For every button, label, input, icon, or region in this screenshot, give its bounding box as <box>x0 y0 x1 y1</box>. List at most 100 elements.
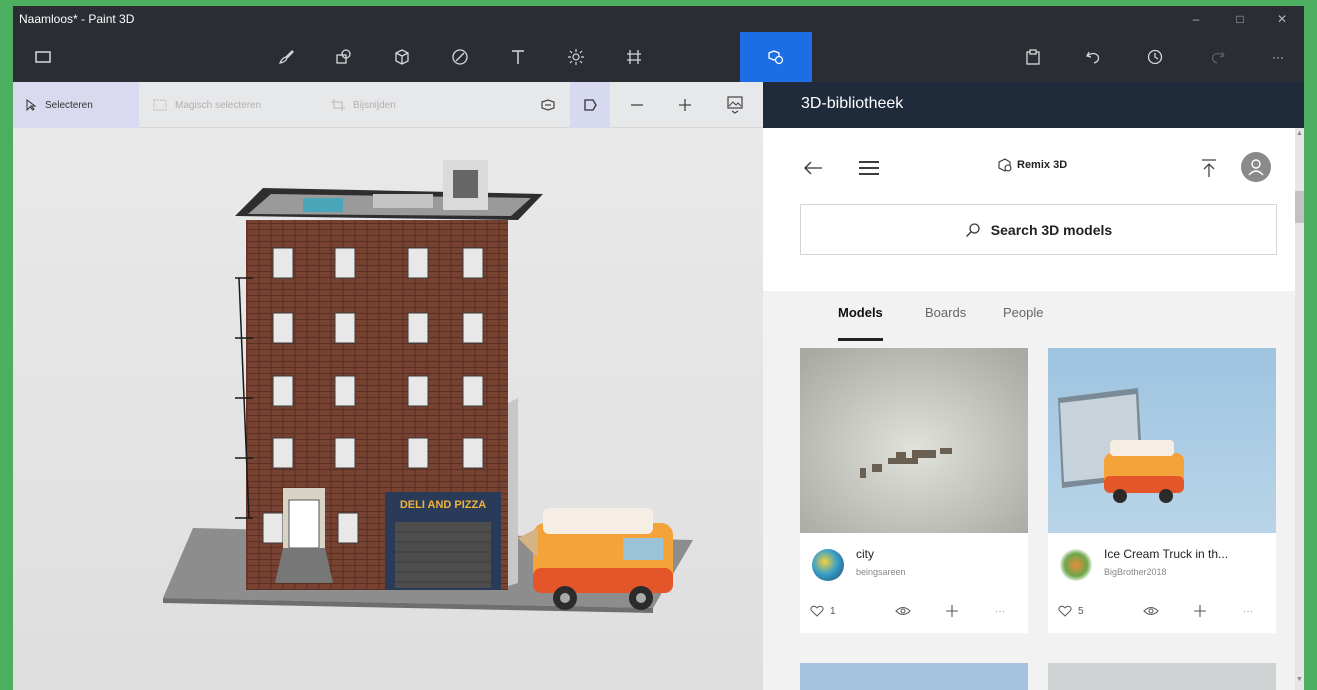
model-card[interactable]: Ice Cream Truck in th... BigBrother2018 … <box>1048 348 1276 633</box>
effects-icon <box>568 49 584 65</box>
menu-button[interactable] <box>18 32 68 82</box>
canvas-tool[interactable] <box>609 32 659 82</box>
menu-icon <box>35 51 51 63</box>
account-avatar[interactable] <box>1241 152 1271 182</box>
maximize-button[interactable]: □ <box>1225 9 1255 29</box>
3d-library-icon <box>768 50 784 65</box>
image-view-icon <box>727 96 743 114</box>
model-card[interactable]: city beingsareen 1 ··· <box>800 348 1028 633</box>
2d-shapes-icon <box>336 49 351 64</box>
library-tabs: Models Boards People <box>763 291 1295 343</box>
plus-icon <box>679 99 691 111</box>
user-icon <box>1248 159 1264 176</box>
like-count: 5 <box>1078 605 1084 617</box>
mixed-reality-button[interactable] <box>528 82 568 128</box>
tab-boards[interactable]: Boards <box>925 305 966 341</box>
crop-icon <box>331 99 345 111</box>
undo-button[interactable] <box>1068 32 1118 82</box>
view-in-3d-button[interactable] <box>1143 599 1159 623</box>
view-3d-icon <box>584 99 597 111</box>
text-icon <box>512 50 524 64</box>
hamburger-button[interactable] <box>857 156 881 180</box>
scroll-down-icon[interactable]: ▼ <box>1295 676 1304 683</box>
select-button[interactable]: Selecteren <box>13 82 139 128</box>
view-3d-button[interactable] <box>570 82 610 128</box>
deli-sign: DELI AND PIZZA <box>400 499 486 511</box>
view-in-3d-button[interactable] <box>895 599 911 623</box>
magic-select-label: Magisch selecteren <box>175 99 262 111</box>
back-button[interactable] <box>801 156 825 180</box>
library-panel: Remix 3D Search 3D models Models Boards … <box>763 128 1295 690</box>
tab-people[interactable]: People <box>1003 305 1043 341</box>
brand-label: Remix 3D <box>1017 159 1068 171</box>
eye-icon <box>895 607 911 615</box>
author-avatar[interactable] <box>812 549 844 581</box>
library-header: 3D-bibliotheek <box>763 82 1304 128</box>
model-card-partial[interactable] <box>1048 663 1276 690</box>
more-button[interactable]: ··· <box>1253 32 1303 82</box>
brushes-tool[interactable] <box>261 32 311 82</box>
model-author[interactable]: BigBrother2018 <box>1104 567 1167 577</box>
minus-icon <box>631 104 643 106</box>
2d-shapes-tool[interactable] <box>319 32 369 82</box>
3d-canvas[interactable]: DELI AND PIZZA <box>13 128 763 690</box>
scroll-up-icon[interactable]: ▲ <box>1295 130 1304 137</box>
model-meta: city beingsareen 1 ··· <box>800 533 1028 633</box>
tab-models[interactable]: Models <box>838 305 883 341</box>
paste-button[interactable] <box>1008 32 1058 82</box>
more-icon: ··· <box>995 605 1005 617</box>
like-count: 1 <box>830 605 836 617</box>
history-button[interactable] <box>1130 32 1180 82</box>
crop-label: Bijsnijden <box>353 99 396 111</box>
like-button[interactable]: 1 <box>810 599 836 623</box>
cursor-icon <box>26 99 37 111</box>
app-window: Naamloos* - Paint 3D – □ ✕ ··· Selectere… <box>13 6 1304 690</box>
3d-shapes-tool[interactable] <box>377 32 427 82</box>
library-title: 3D-bibliotheek <box>801 95 904 112</box>
model-author[interactable]: beingsareen <box>856 567 906 577</box>
like-button[interactable]: 5 <box>1058 599 1084 623</box>
effects-tool[interactable] <box>551 32 601 82</box>
3d-scene: DELI AND PIZZA <box>163 160 693 613</box>
search-models-button[interactable]: Search 3D models <box>800 204 1277 255</box>
back-arrow-icon <box>804 161 822 175</box>
magic-select-icon <box>153 99 167 111</box>
heart-icon <box>810 605 824 617</box>
hamburger-icon <box>859 161 879 175</box>
3d-library-tool[interactable] <box>740 32 812 82</box>
window-title: Naamloos* - Paint 3D <box>19 12 135 26</box>
remix3d-brand[interactable]: Remix 3D <box>997 158 1067 172</box>
redo-button[interactable] <box>1193 32 1243 82</box>
mixed-reality-icon <box>541 99 555 111</box>
zoom-out-button[interactable] <box>617 82 657 128</box>
model-thumbnail[interactable] <box>1048 348 1276 533</box>
minimize-button[interactable]: – <box>1181 9 1211 29</box>
main-toolbar: ··· <box>13 32 1304 82</box>
text-tool[interactable] <box>493 32 543 82</box>
more-icon: ··· <box>1243 605 1253 617</box>
add-button[interactable] <box>1193 599 1207 623</box>
redo-icon <box>1211 51 1225 64</box>
upload-button[interactable] <box>1197 156 1221 180</box>
canvas-icon <box>627 50 641 64</box>
library-top: Remix 3D Search 3D models <box>763 128 1295 291</box>
stickers-tool[interactable] <box>435 32 485 82</box>
model-card-partial[interactable] <box>800 663 1028 690</box>
author-avatar[interactable] <box>1060 549 1092 581</box>
card-more-button[interactable]: ··· <box>1243 599 1253 623</box>
model-thumbnail[interactable] <box>800 348 1028 533</box>
upload-icon <box>1202 159 1216 177</box>
library-scrollbar[interactable]: ▲ ▼ <box>1295 128 1304 690</box>
plus-icon <box>1194 605 1206 617</box>
zoom-in-button[interactable] <box>665 82 705 128</box>
magic-select-button[interactable]: Magisch selecteren <box>153 82 261 128</box>
crop-button[interactable]: Bijsnijden <box>331 82 396 128</box>
close-button[interactable]: ✕ <box>1267 9 1297 29</box>
scrollbar-thumb[interactable] <box>1295 191 1304 223</box>
add-button[interactable] <box>945 599 959 623</box>
title-bar: Naamloos* - Paint 3D – □ ✕ <box>13 6 1304 32</box>
view-options-button[interactable] <box>715 82 755 128</box>
plus-icon <box>946 605 958 617</box>
brushes-icon <box>278 50 294 64</box>
card-more-button[interactable]: ··· <box>995 599 1005 623</box>
